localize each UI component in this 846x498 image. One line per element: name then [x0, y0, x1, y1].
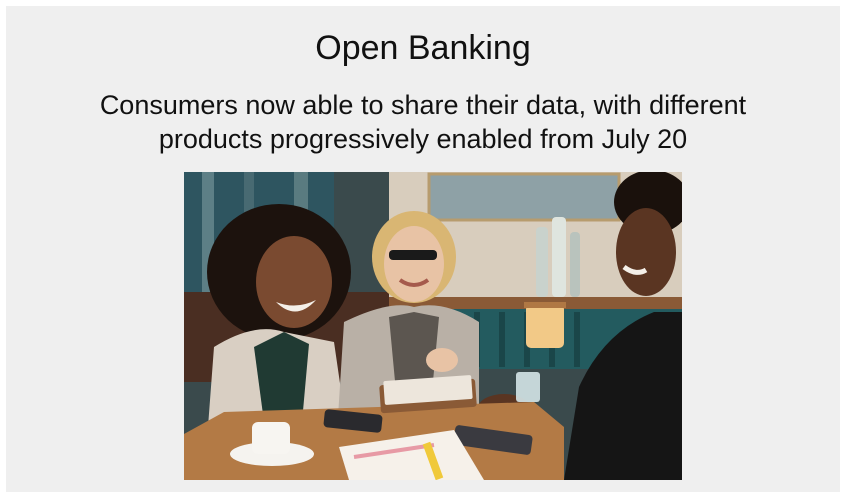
slide-subtitle: Consumers now able to share their data, …	[6, 88, 840, 156]
cafe-photo	[184, 172, 682, 480]
slide: Open Banking Consumers now able to share…	[6, 6, 840, 492]
subtitle-line-1: Consumers now able to share their data, …	[99, 90, 747, 120]
subtitle-line-2: products progressively enabled from July…	[158, 124, 688, 154]
slide-title: Open Banking	[315, 29, 531, 67]
